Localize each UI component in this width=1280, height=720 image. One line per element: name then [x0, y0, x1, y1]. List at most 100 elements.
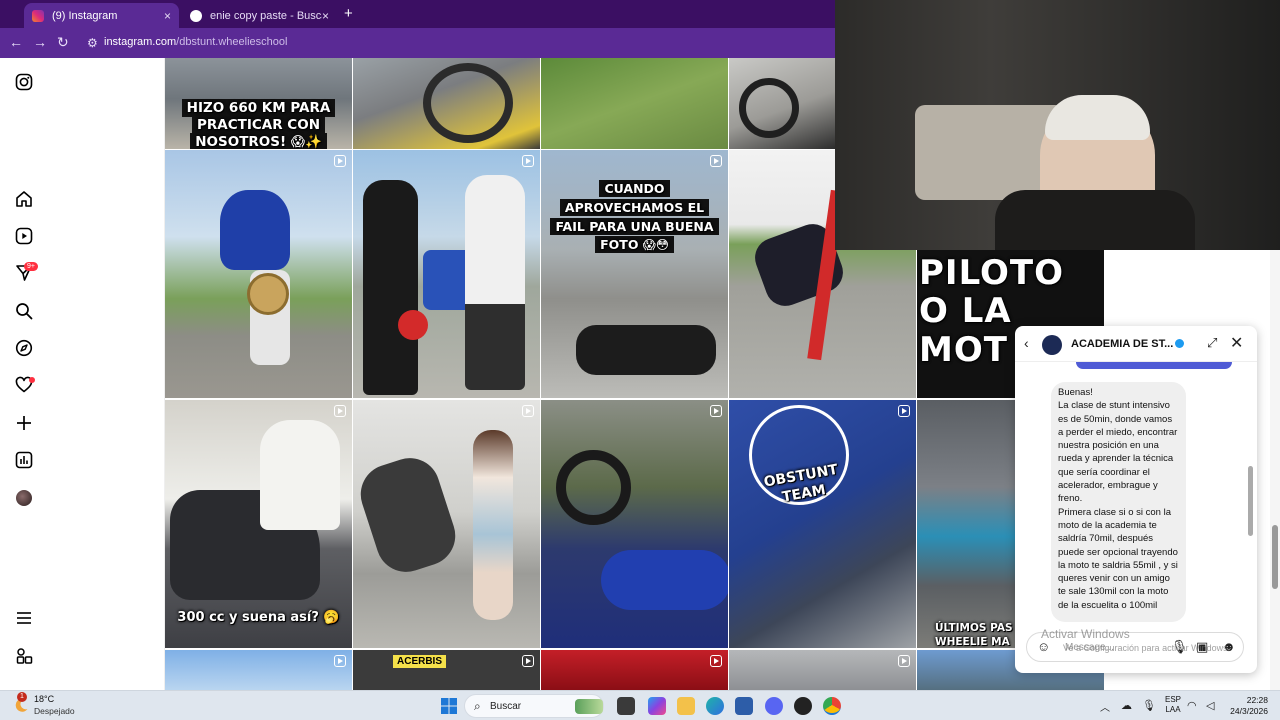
chrome-icon[interactable]	[823, 697, 841, 715]
reels-icon[interactable]	[15, 227, 33, 245]
copilot-icon[interactable]	[648, 697, 666, 715]
reload-icon[interactable]: ↻	[57, 34, 69, 51]
explore-icon[interactable]	[15, 339, 33, 357]
chat-avatar[interactable]	[1042, 335, 1062, 355]
motorcycle-wheel	[556, 450, 631, 525]
post-tile[interactable]: HIZO 660 KM PARA PRACTICAR CON NOSOTROS! 😱…	[165, 58, 352, 149]
page-scrollbar-thumb[interactable]	[1272, 525, 1278, 589]
file-explorer-icon[interactable]	[677, 697, 695, 715]
instagram-icon[interactable]	[15, 73, 33, 91]
post-caption: CUANDO APROVECHAMOS EL FAIL PARA UNA BUENA…	[541, 180, 728, 255]
weather-temperature[interactable]: 18°C	[34, 694, 54, 704]
straw-hat	[247, 273, 289, 315]
rider-figure	[353, 450, 464, 580]
chat-scrollbar-thumb[interactable]	[1248, 466, 1253, 536]
volume-icon[interactable]: ◁	[1206, 699, 1214, 712]
reel-icon	[334, 655, 346, 667]
obs-icon[interactable]	[794, 697, 812, 715]
search-icon: ⌕	[474, 699, 481, 713]
watermark-line2: Ve a Configuración para activar Windows.	[1063, 643, 1231, 653]
reel-icon	[898, 405, 910, 417]
language-indicator[interactable]: ESP LAA	[1165, 695, 1181, 715]
new-tab-button[interactable]: +	[344, 5, 353, 22]
chevron-left-icon[interactable]: ‹	[1024, 335, 1029, 351]
weather-description[interactable]: Despejado	[34, 706, 75, 716]
acerbis-sticker: ACERBIS	[393, 655, 447, 668]
post-tile[interactable]	[353, 400, 540, 648]
blue-motorcycle	[220, 190, 290, 270]
edge-icon[interactable]	[706, 697, 724, 715]
home-icon[interactable]	[15, 190, 33, 208]
post-caption: 300 cc y suena así? 🥱	[177, 610, 340, 625]
chat-contact-name[interactable]: ACADEMIA DE ST...	[1071, 338, 1173, 350]
profile-avatar[interactable]	[16, 490, 32, 506]
reel-icon	[898, 655, 910, 667]
post-tile[interactable]	[541, 650, 728, 690]
tab-google-search[interactable]: enie copy paste - Buscar con G ×	[182, 3, 337, 28]
search-icon[interactable]	[15, 302, 33, 320]
page-scrollbar[interactable]	[1270, 250, 1280, 690]
post-tile[interactable]	[353, 150, 540, 398]
browser-tab-bar: (9) Instagram × enie copy paste - Buscar…	[0, 0, 835, 28]
reel-icon	[710, 655, 722, 667]
person-white-shirt	[260, 420, 340, 530]
tab-instagram[interactable]: (9) Instagram ×	[24, 3, 179, 28]
task-view-icon[interactable]	[617, 697, 635, 715]
post-tile[interactable]: 300 cc y suena así? 🥱	[165, 400, 352, 648]
wifi-icon[interactable]: ◠	[1187, 699, 1197, 712]
person-white-shirt	[465, 175, 525, 390]
taskbar-clock[interactable]: 22:28 24/3/2026	[1224, 695, 1268, 717]
post-tile[interactable]	[353, 58, 540, 149]
post-tile[interactable]	[541, 58, 728, 149]
chat-popup: ‹ ACADEMIA DE ST... ⤢ ✕ Buenas! La clase…	[1015, 326, 1257, 673]
windows-taskbar: 1 18°C Despejado ⌕ Buscar ︿ ☁ 🎙 ESP LAA …	[0, 690, 1280, 720]
woman-figure	[473, 430, 513, 620]
motorcycle-wheel	[739, 78, 799, 138]
more-apps-icon[interactable]	[15, 647, 33, 665]
forward-arrow-icon[interactable]: →	[33, 34, 47, 50]
close-icon[interactable]: ✕	[1230, 333, 1243, 353]
reel-icon	[522, 155, 534, 167]
search-highlight-image	[575, 699, 603, 714]
emoji-icon[interactable]: ☺	[1037, 639, 1050, 654]
url-field[interactable]: instagram.com/dbstunt.wheelieschool	[104, 36, 287, 48]
chevron-up-icon[interactable]: ︿	[1100, 699, 1110, 714]
back-arrow-icon[interactable]: ←	[9, 34, 23, 50]
post-tile[interactable]: OBSTUNT TEAM	[729, 400, 916, 648]
previous-message-button[interactable]	[1076, 362, 1232, 369]
post-tile[interactable]	[165, 650, 352, 690]
store-icon[interactable]	[735, 697, 753, 715]
url-host: instagram.com	[104, 36, 177, 48]
discord-icon[interactable]	[765, 697, 783, 715]
tab-close-icon[interactable]: ×	[164, 9, 171, 23]
tab-close-icon[interactable]: ×	[322, 9, 329, 23]
post-tile[interactable]	[729, 58, 835, 149]
reel-icon	[334, 155, 346, 167]
expand-icon[interactable]: ⤢	[1207, 335, 1217, 351]
cloud-icon[interactable]: ☁	[1121, 699, 1132, 712]
windows-start-icon[interactable]	[441, 698, 457, 714]
address-bar: ← → ↻ ⚙ instagram.com/dbstunt.wheeliesch…	[0, 28, 835, 58]
taskbar-search[interactable]: ⌕ Buscar	[464, 694, 604, 718]
post-caption: HIZO 660 KM PARA PRACTICAR CON NOSOTROS! 😱…	[165, 99, 352, 149]
watermark-line1: Activar Windows	[1041, 627, 1130, 641]
verified-badge-icon	[1175, 339, 1184, 348]
message-text: Buenas! La clase de stunt intensivo es d…	[1058, 387, 1178, 611]
instagram-sidebar: 9+	[0, 58, 165, 690]
post-tile[interactable]	[541, 400, 728, 648]
streamer-shirt	[995, 190, 1195, 250]
menu-icon[interactable]	[15, 609, 33, 627]
site-settings-icon[interactable]: ⚙	[87, 36, 98, 50]
chat-scrollbar[interactable]	[1248, 366, 1253, 621]
url-path: /dbstunt.wheelieschool	[176, 36, 288, 48]
notification-badge: 9+	[24, 262, 38, 271]
microphone-icon[interactable]: 🎙	[1142, 699, 1156, 712]
post-tile[interactable]: ACERBIS	[353, 650, 540, 690]
post-tile[interactable]	[729, 650, 916, 690]
post-tile[interactable]: CUANDO APROVECHAMOS EL FAIL PARA UNA BUENA…	[541, 150, 728, 398]
dashboard-icon[interactable]	[15, 451, 33, 469]
chat-header: ‹ ACADEMIA DE ST... ⤢ ✕	[1015, 326, 1257, 362]
clock-time: 22:28	[1246, 695, 1268, 705]
post-tile[interactable]	[165, 150, 352, 398]
create-icon[interactable]	[15, 414, 33, 432]
